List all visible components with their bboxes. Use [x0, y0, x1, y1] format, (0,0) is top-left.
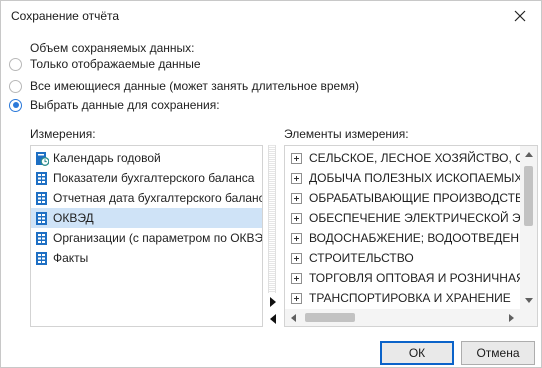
vertical-scrollbar[interactable]	[520, 146, 537, 309]
title-bar: Сохранение отчёта	[1, 1, 541, 31]
list-item[interactable]: Показатели бухгалтерского баланса	[31, 168, 262, 188]
tree-item-label: ТОРГОВЛЯ ОПТОВАЯ И РОЗНИЧНАЯ; РЕМ	[309, 271, 538, 285]
tree-item[interactable]: СТРОИТЕЛЬСТВО	[285, 248, 521, 268]
list-item-label: Факты	[53, 251, 89, 265]
tree-item[interactable]: ДОБЫЧА ПОЛЕЗНЫХ ИСКОПАЕМЫХ	[285, 168, 523, 188]
dimension-table-icon	[36, 171, 47, 185]
tree-item[interactable]: ТРАНСПОРТИРОВКА И ХРАНЕНИЕ	[285, 288, 521, 308]
dimension-table-icon	[36, 191, 47, 205]
ok-button[interactable]: ОК	[380, 341, 454, 365]
expand-icon[interactable]	[291, 172, 302, 184]
arrow-up-icon	[524, 152, 533, 157]
tree-item-label: ТРАНСПОРТИРОВКА И ХРАНЕНИЕ	[309, 291, 511, 305]
radio-circle	[9, 57, 22, 71]
close-icon	[514, 10, 526, 22]
close-button[interactable]	[507, 4, 533, 28]
list-item-label: Организации (с параметром по ОКВЭД)	[53, 231, 263, 245]
list-item[interactable]: Факты	[31, 248, 262, 268]
tree-item[interactable]: ОБРАБАТЫВАЮЩИЕ ПРОИЗВОДСТВА	[285, 188, 531, 208]
horizontal-scroll-thumb[interactable]	[305, 313, 355, 322]
tree-item-label: СТРОИТЕЛЬСТВО	[309, 251, 414, 265]
vertical-scroll-thumb[interactable]	[524, 166, 533, 226]
dimensions-label: Измерения:	[30, 127, 96, 141]
expand-icon[interactable]	[291, 252, 302, 264]
radio-all-data[interactable]: Все имеющиеся данные (может занять длите…	[9, 78, 359, 94]
list-item[interactable]: Организации (с параметром по ОКВЭД)	[31, 228, 262, 248]
dimension-table-icon	[36, 231, 47, 245]
tree-item[interactable]: ТОРГОВЛЯ ОПТОВАЯ И РОЗНИЧНАЯ; РЕМ	[285, 268, 537, 288]
list-item-label: Отчетная дата бухгалтерского баланса	[53, 191, 263, 205]
list-item-selected[interactable]: ОКВЭД	[31, 208, 262, 228]
radio-label: Выбрать данные для сохранения:	[30, 98, 220, 112]
tree-item[interactable]: СЕЛЬСКОЕ, ЛЕСНОЕ ХОЗЯЙСТВО, ОХОТА	[285, 148, 537, 168]
triangle-right-icon	[270, 297, 276, 307]
tree-item-label: ОБЕСПЕЧЕНИЕ ЭЛЕКТРИЧЕСКОЙ ЭНЕРГИЕЙ	[309, 211, 537, 225]
tree-item-label: ВОДОСНАБЖЕНИЕ; ВОДООТВЕДЕНИЕ, С	[309, 231, 538, 245]
expand-icon[interactable]	[291, 292, 302, 304]
data-volume-label: Объем сохраняемых данных:	[30, 41, 195, 55]
calendar-dimension-icon	[36, 151, 49, 166]
tree-item-label: ОБРАБАТЫВАЮЩИЕ ПРОИЗВОДСТВА	[309, 191, 531, 205]
list-item-label: ОКВЭД	[53, 211, 94, 225]
horizontal-scrollbar[interactable]	[285, 309, 520, 326]
radio-circle-checked	[9, 98, 22, 112]
tree-item[interactable]: ВОДОСНАБЖЕНИЕ; ВОДООТВЕДЕНИЕ, С	[285, 228, 537, 248]
radio-displayed-only[interactable]: Только отображаемые данные	[9, 56, 201, 72]
scroll-down-button[interactable]	[520, 292, 537, 309]
tree-item-label: ДОБЫЧА ПОЛЕЗНЫХ ИСКОПАЕМЫХ	[309, 171, 523, 185]
radio-label: Только отображаемые данные	[30, 57, 201, 71]
scroll-right-button[interactable]	[503, 309, 520, 326]
arrow-right-icon	[509, 313, 514, 322]
dialog-title: Сохранение отчёта	[11, 9, 120, 23]
triangle-left-icon	[270, 314, 276, 324]
cancel-button[interactable]: Отмена	[461, 341, 535, 365]
dimensions-list[interactable]: Календарь годовой Показатели бухгалтерск…	[30, 145, 263, 327]
dimension-elements-label: Элементы измерения:	[284, 127, 409, 141]
list-item[interactable]: Календарь годовой	[31, 148, 262, 168]
scroll-left-button[interactable]	[285, 309, 302, 326]
tree-item-label: СЕЛЬСКОЕ, ЛЕСНОЕ ХОЗЯЙСТВО, ОХОТА	[309, 151, 538, 165]
tree-item[interactable]: ОБЕСПЕЧЕНИЕ ЭЛЕКТРИЧЕСКОЙ ЭНЕРГИЕЙ	[285, 208, 537, 228]
list-item-label: Календарь годовой	[53, 151, 161, 165]
dimension-table-icon	[36, 211, 47, 225]
dimension-elements-tree[interactable]: СЕЛЬСКОЕ, ЛЕСНОЕ ХОЗЯЙСТВО, ОХОТА ДОБЫЧА…	[284, 145, 538, 327]
scroll-up-button[interactable]	[520, 146, 537, 163]
arrow-left-icon	[291, 313, 296, 322]
radio-label: Все имеющиеся данные (может занять длите…	[30, 79, 359, 93]
dimension-table-icon	[36, 251, 47, 265]
scrollbar-corner	[520, 309, 537, 326]
move-left-button[interactable]	[267, 312, 279, 326]
radio-select-data[interactable]: Выбрать данные для сохранения:	[9, 97, 220, 113]
radio-circle	[9, 79, 22, 93]
move-right-button[interactable]	[267, 295, 279, 309]
save-report-dialog: Сохранение отчёта Объем сохраняемых данн…	[0, 0, 542, 368]
expand-icon[interactable]	[291, 192, 302, 204]
arrow-down-icon	[524, 298, 533, 303]
expand-icon[interactable]	[291, 232, 302, 244]
list-item-label: Показатели бухгалтерского баланса	[53, 171, 255, 185]
panel-splitter[interactable]	[268, 145, 276, 293]
expand-icon[interactable]	[291, 272, 302, 284]
expand-icon[interactable]	[291, 152, 302, 164]
list-item[interactable]: Отчетная дата бухгалтерского баланса	[31, 188, 262, 208]
expand-icon[interactable]	[291, 212, 302, 224]
